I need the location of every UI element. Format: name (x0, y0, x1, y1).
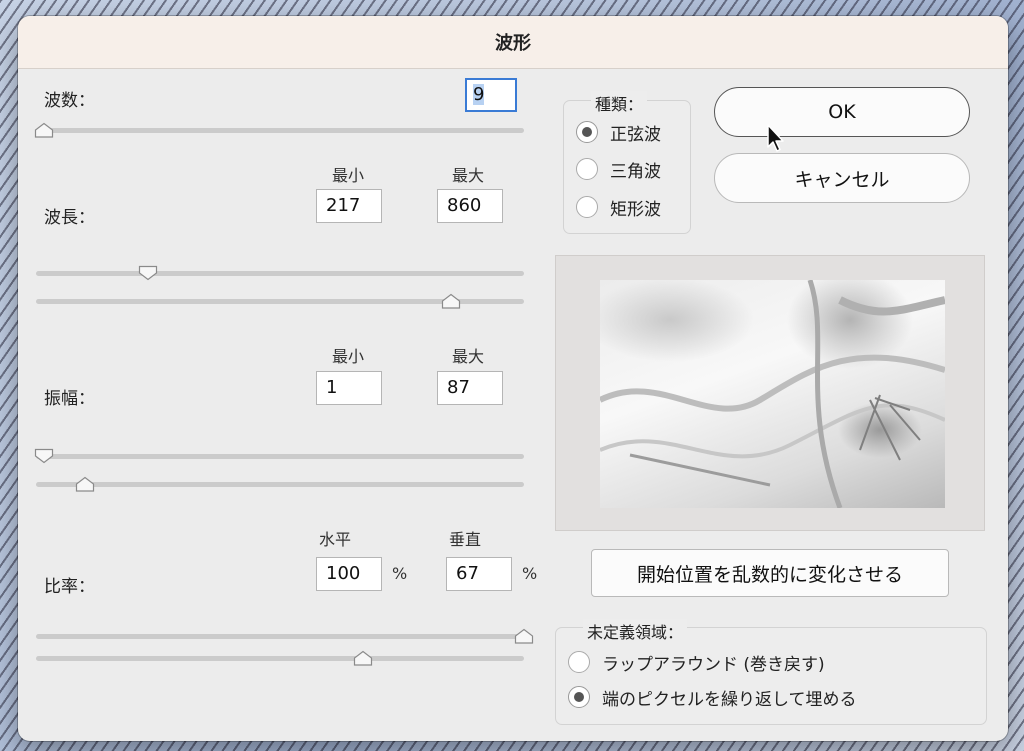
preview-wave-pattern (600, 280, 945, 508)
generators-slider-track[interactable] (36, 128, 524, 133)
amplitude-min-field[interactable]: 1 (316, 371, 382, 405)
radio-icon[interactable] (568, 651, 590, 673)
mouse-cursor-icon (767, 124, 784, 152)
scale-vert-field[interactable]: 67 (446, 557, 512, 591)
type-option-label: 正弦波 (610, 124, 661, 145)
amplitude-min-slider-thumb[interactable] (34, 448, 54, 464)
type-option-triangle[interactable]: 三角波 (576, 157, 661, 182)
cancel-button[interactable]: キャンセル (714, 153, 970, 203)
type-option-label: 矩形波 (610, 199, 661, 220)
type-group-title: 種類： (591, 91, 648, 115)
wavelength-max-label: 最大 (452, 166, 485, 185)
wave-dialog: 波形 波数： 9 最小 最大 波長： 217 860 最小 最大 振幅： 1 8… (18, 16, 1008, 741)
scale-horiz-field[interactable]: 100 (316, 557, 382, 591)
scale-horiz-slider-track[interactable] (36, 634, 524, 639)
amplitude-min-label: 最小 (332, 347, 365, 366)
wavelength-min-slider-thumb[interactable] (138, 265, 158, 281)
dialog-title: 波形 (495, 33, 531, 54)
ok-button[interactable]: OK (714, 87, 970, 137)
scale-horiz-label: 水平 (319, 530, 352, 549)
title-bar: 波形 (18, 16, 1008, 69)
scale-vert-unit: % (522, 564, 538, 583)
scale-label: 比率： (44, 577, 95, 597)
undefined-option-wrap-around[interactable]: ラップアラウンド (巻き戻す) (568, 650, 825, 675)
scale-horiz-slider-thumb[interactable] (514, 628, 534, 644)
generators-label: 波数： (44, 91, 95, 111)
generators-value: 9 (473, 84, 485, 105)
type-option-sine[interactable]: 正弦波 (576, 120, 661, 145)
wavelength-min-field[interactable]: 217 (316, 189, 382, 223)
scale-vert-label: 垂直 (449, 530, 482, 549)
wavelength-max-field[interactable]: 860 (437, 189, 503, 223)
wavelength-min-slider-track[interactable] (36, 271, 524, 276)
wavelength-label: 波長： (44, 208, 95, 228)
generators-field[interactable]: 9 (465, 78, 517, 112)
scale-vert-slider-track[interactable] (36, 656, 524, 661)
radio-selected-icon[interactable] (576, 121, 598, 143)
scale-horiz-unit: % (392, 564, 408, 583)
type-option-label: 三角波 (610, 161, 661, 182)
amplitude-max-slider-thumb[interactable] (75, 476, 95, 492)
generators-slider-thumb[interactable] (34, 122, 54, 138)
amplitude-label: 振幅： (44, 389, 95, 409)
undefined-areas-title: 未定義領域： (583, 619, 688, 643)
type-option-square[interactable]: 矩形波 (576, 195, 661, 220)
radio-icon[interactable] (576, 158, 598, 180)
undefined-option-label: ラップアラウンド (巻き戻す) (602, 654, 825, 675)
wavelength-min-label: 最小 (332, 166, 365, 185)
randomize-button[interactable]: 開始位置を乱数的に変化させる (591, 549, 949, 597)
wavelength-max-slider-thumb[interactable] (441, 293, 461, 309)
amplitude-max-field[interactable]: 87 (437, 371, 503, 405)
preview-image (600, 280, 945, 508)
scale-vert-slider-thumb[interactable] (353, 650, 373, 666)
radio-selected-icon[interactable] (568, 686, 590, 708)
radio-icon[interactable] (576, 196, 598, 218)
undefined-option-repeat-edge[interactable]: 端のピクセルを繰り返して埋める (568, 685, 857, 710)
undefined-option-label: 端のピクセルを繰り返して埋める (602, 689, 857, 710)
amplitude-max-label: 最大 (452, 347, 485, 366)
amplitude-max-slider-track[interactable] (36, 482, 524, 487)
preview-frame (555, 255, 985, 531)
amplitude-min-slider-track[interactable] (36, 454, 524, 459)
